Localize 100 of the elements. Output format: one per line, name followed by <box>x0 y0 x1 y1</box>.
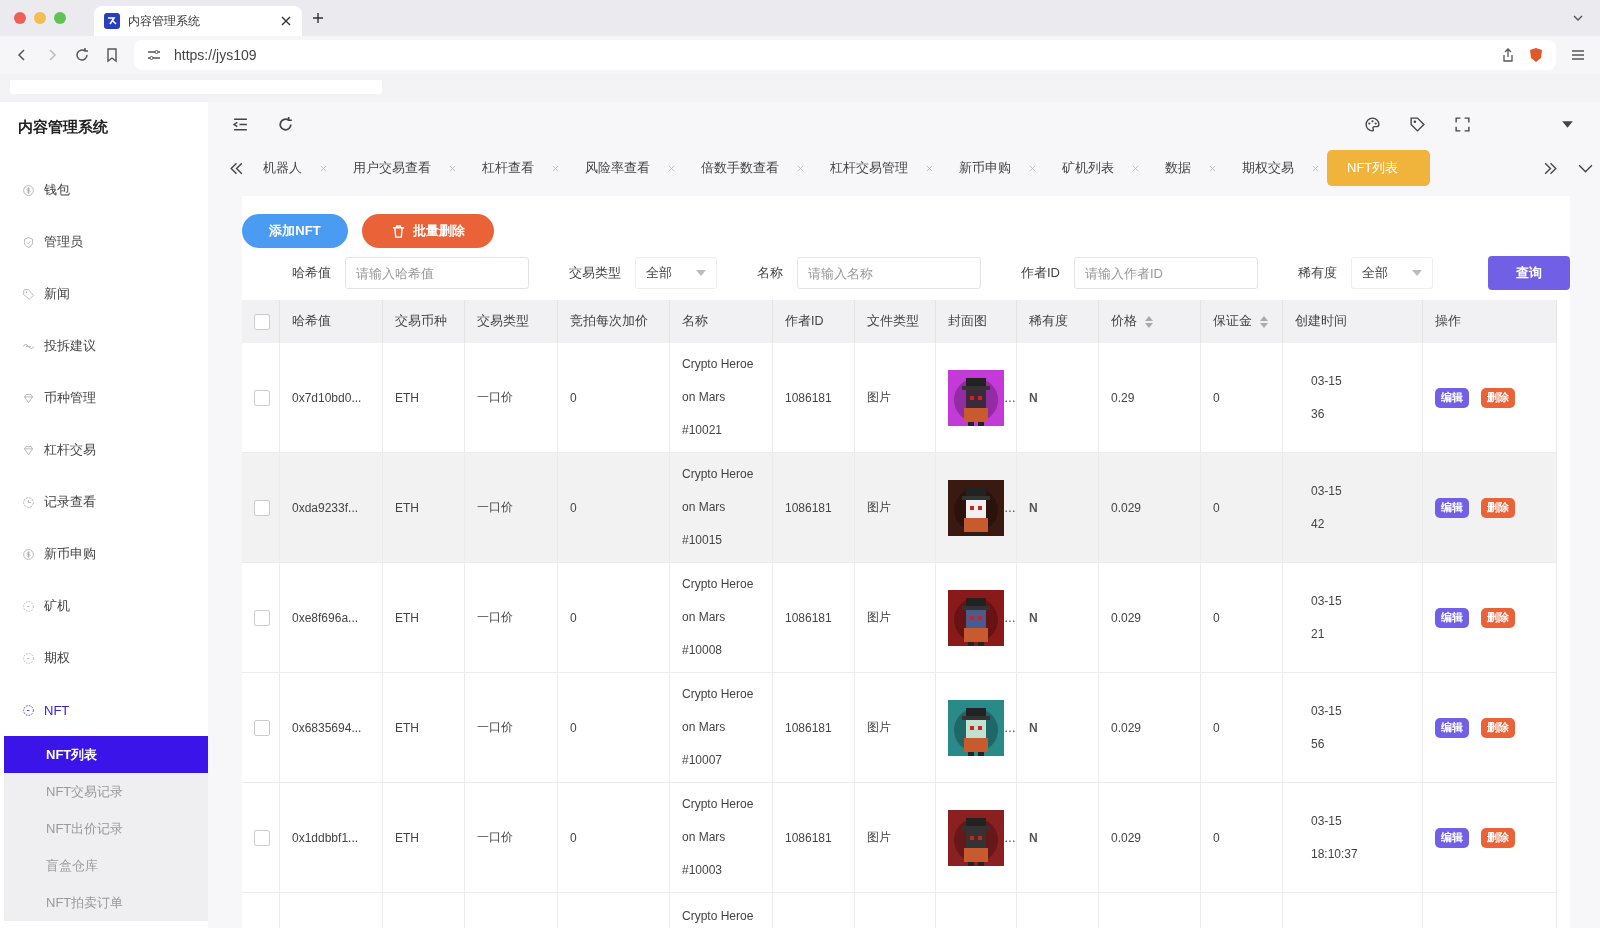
filter-label: 名称 <box>757 264 783 282</box>
filter-select[interactable]: 全部 <box>1351 257 1433 289</box>
column-header: 竞拍每次加价 <box>558 300 670 343</box>
edit-button[interactable]: 编辑 <box>1435 497 1469 518</box>
menu-fold-icon[interactable] <box>232 115 249 133</box>
sidebar-item[interactable]: NFT <box>0 684 208 736</box>
checkbox[interactable] <box>254 829 270 846</box>
edit-button[interactable]: 编辑 <box>1435 387 1469 408</box>
table-cell: 1086181 <box>773 783 855 893</box>
table-cell: 0.029 <box>1099 783 1201 893</box>
page-tab[interactable]: 机器人 <box>245 150 335 186</box>
refresh-icon[interactable] <box>277 115 294 133</box>
query-button[interactable]: 查询 <box>1488 256 1570 290</box>
table-cell: 一口价 <box>465 783 558 893</box>
fullscreen-icon[interactable] <box>1454 115 1471 133</box>
palette-icon[interactable] <box>1364 115 1381 133</box>
share-icon[interactable] <box>1500 47 1516 63</box>
close-icon[interactable] <box>280 15 292 27</box>
time-text: 03-15 <box>1311 592 1342 610</box>
browser-tab[interactable]: 内容管理系统 <box>94 6 302 36</box>
sidebar-item[interactable]: 新闻 <box>0 268 208 320</box>
zoom-window-button[interactable] <box>54 12 66 24</box>
table-cell: 0 <box>1201 563 1283 673</box>
rarity-text: N <box>1029 500 1038 515</box>
page-tab[interactable]: 期权交易 <box>1224 150 1327 186</box>
filter-select[interactable]: 全部 <box>635 257 717 289</box>
time-text: 36 <box>1311 405 1325 423</box>
name-text: #10003 <box>682 862 723 879</box>
time-text: 21 <box>1311 625 1325 643</box>
address-bar[interactable]: https://jys109 <box>134 40 1556 70</box>
rarity-text: N <box>1029 390 1038 405</box>
page-tab[interactable]: 新币申购 <box>941 150 1044 186</box>
close-window-button[interactable] <box>14 12 26 24</box>
page-tab[interactable]: 风险率查看 <box>567 150 683 186</box>
edit-button[interactable]: 编辑 <box>1435 717 1469 738</box>
name-text: on Mars <box>682 829 726 846</box>
trash-icon <box>391 224 405 238</box>
sort-icon <box>1145 315 1153 328</box>
page-tab[interactable]: 杠杆查看 <box>464 150 567 186</box>
table-cell: 0 <box>1201 673 1283 783</box>
page-tab[interactable]: 用户交易查看 <box>335 150 464 186</box>
ellipsis-text: … <box>1004 830 1016 845</box>
filter-label: 作者ID <box>1021 264 1060 282</box>
table-cell: 0xda9233f... <box>280 453 383 563</box>
filter-input[interactable]: 请输入名称 <box>797 257 981 289</box>
dropdown-icon <box>696 270 706 276</box>
reload-icon[interactable] <box>74 47 90 63</box>
submenu-item[interactable]: NFT列表 <box>4 736 208 773</box>
checkbox[interactable] <box>254 389 270 406</box>
bookmark-icon[interactable] <box>104 47 120 63</box>
edit-button[interactable]: 编辑 <box>1435 607 1469 628</box>
table-cell: 1086181 <box>773 563 855 673</box>
edit-button[interactable]: 编辑 <box>1435 827 1469 848</box>
filter-input[interactable]: 请输入哈希值 <box>345 257 529 289</box>
name-text: Crypto Heroe <box>682 466 754 483</box>
ellipsis-text: … <box>1004 610 1016 625</box>
sidebar-item[interactable]: 杠杆交易 <box>0 424 208 476</box>
sidebar-item[interactable]: 币种管理 <box>0 372 208 424</box>
shield-icon[interactable] <box>1528 47 1544 63</box>
site-settings-icon[interactable] <box>146 47 162 63</box>
sidebar-item[interactable]: 记录查看 <box>0 476 208 528</box>
time-text: 18:10:37 <box>1311 845 1358 863</box>
checkbox[interactable] <box>254 719 270 736</box>
sidebar-item[interactable]: 期权 <box>0 632 208 684</box>
table-cell: 图片 <box>855 563 936 673</box>
checkbox[interactable] <box>254 609 270 626</box>
name-text: Crypto Heroe <box>682 796 754 813</box>
checkbox[interactable] <box>254 313 270 330</box>
column-header: 交易类型 <box>465 300 558 343</box>
time-text: 03-15 <box>1311 702 1342 720</box>
filter-input[interactable]: 请输入作者ID <box>1074 257 1258 289</box>
column-header[interactable]: 价格 <box>1099 300 1201 343</box>
name-text: Crypto Heroe <box>682 686 754 703</box>
column-header: 操作 <box>1423 300 1557 343</box>
page-tab[interactable]: 杠杆交易管理 <box>812 150 941 186</box>
table-cell: ETH <box>383 563 465 673</box>
sort-icon <box>1260 315 1268 328</box>
column-header: 作者ID <box>773 300 855 343</box>
table-cell: 0 <box>1201 783 1283 893</box>
rarity-text: N <box>1029 830 1038 845</box>
page-tab[interactable]: 数据 <box>1147 150 1224 186</box>
sidebar-item[interactable]: 钱包 <box>0 164 208 216</box>
name-text: #10007 <box>682 752 723 769</box>
page-tab[interactable]: 倍数手数查看 <box>683 150 812 186</box>
sidebar-item[interactable]: 投拆建议 <box>0 320 208 372</box>
page-tab[interactable]: 矿机列表 <box>1044 150 1147 186</box>
tag-icon[interactable] <box>1409 115 1426 133</box>
table-cell: 0 <box>558 453 670 563</box>
filter-label: 交易类型 <box>569 264 621 282</box>
table-cell: 一口价 <box>465 673 558 783</box>
sidebar-item[interactable]: 矿机 <box>0 580 208 632</box>
sidebar-item[interactable]: 新币申购 <box>0 528 208 580</box>
table-cell: ETH <box>383 673 465 783</box>
new-tab-icon[interactable] <box>312 12 324 24</box>
sidebar-item[interactable]: 管理员 <box>0 216 208 268</box>
table-cell: 0 <box>558 783 670 893</box>
checkbox[interactable] <box>254 499 270 516</box>
column-header[interactable]: 保证金 <box>1201 300 1283 343</box>
minimize-window-button[interactable] <box>34 12 46 24</box>
table-cell: 0 <box>558 673 670 783</box>
